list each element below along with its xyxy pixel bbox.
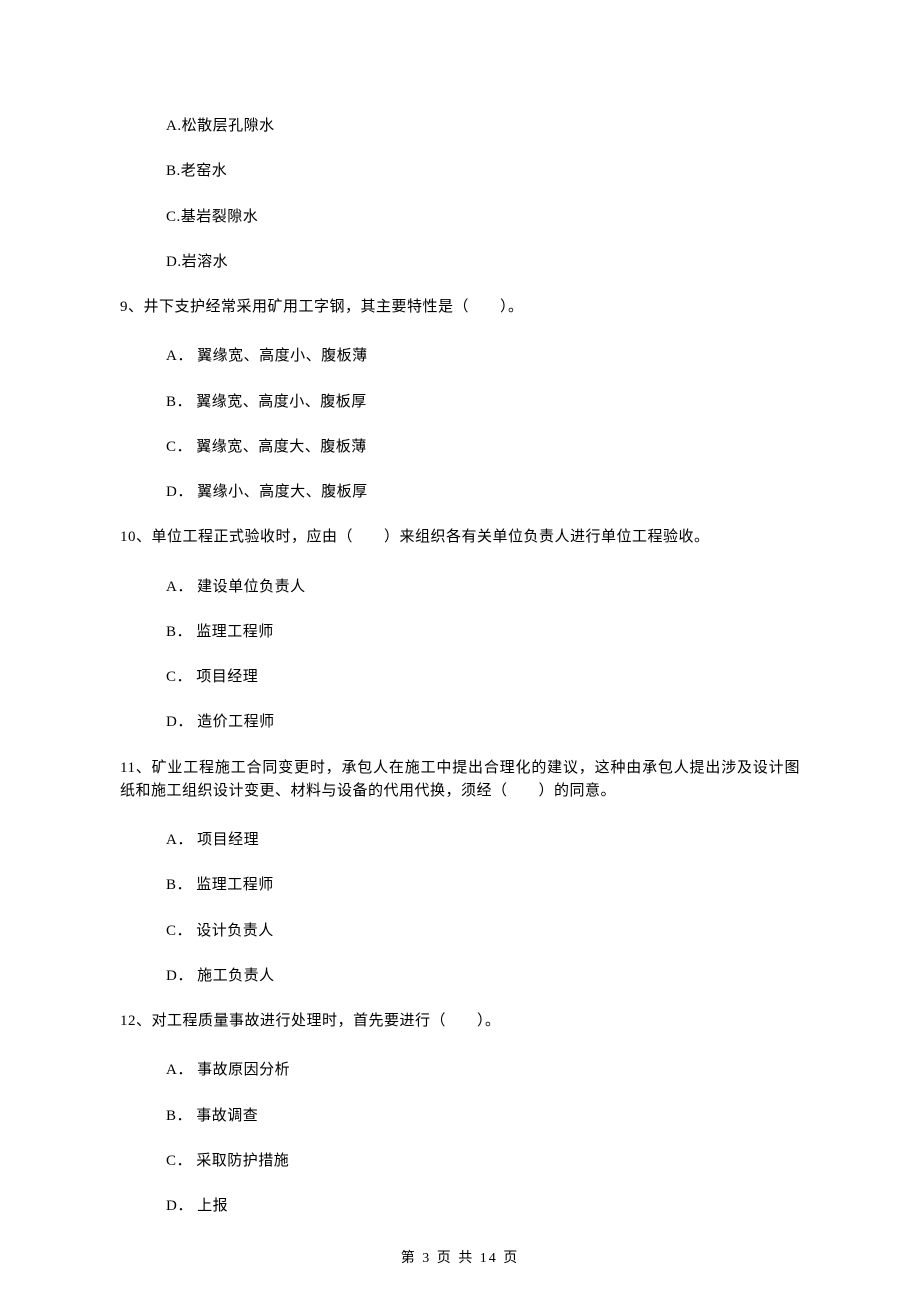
q10-option-b: B． 监理工程师 [166,621,800,644]
q10-option-a: A． 建设单位负责人 [166,576,800,599]
q9-option-d: D． 翼缘小、高度大、腹板厚 [166,481,800,504]
q12-option-c: C． 采取防护措施 [166,1150,800,1173]
q12-stem: 12、对工程质量事故进行处理时，首先要进行（ ）。 [120,1010,800,1033]
q11-option-a: A． 项目经理 [166,829,800,852]
q8-option-b: B.老窑水 [166,160,800,183]
q12-option-b: B． 事故调查 [166,1105,800,1128]
q11-option-d: D． 施工负责人 [166,965,800,988]
q11-stem: 11、矿业工程施工合同变更时，承包人在施工中提出合理化的建议，这种由承包人提出涉… [120,757,800,804]
q9-stem: 9、井下支护经常采用矿用工字钢，其主要特性是（ ）。 [120,296,800,319]
q9-option-b: B． 翼缘宽、高度小、腹板厚 [166,391,800,414]
q8-option-d: D.岩溶水 [166,251,800,274]
q10-stem: 10、单位工程正式验收时，应由（ ）来组织各有关单位负责人进行单位工程验收。 [120,526,800,549]
q8-option-c: C.基岩裂隙水 [166,206,800,229]
q12-option-a: A． 事故原因分析 [166,1059,800,1082]
q8-option-a: A.松散层孔隙水 [166,115,800,138]
q10-option-c: C． 项目经理 [166,666,800,689]
q11-option-c: C． 设计负责人 [166,920,800,943]
page-footer: 第 3 页 共 14 页 [0,1248,920,1270]
q12-option-d: D． 上报 [166,1195,800,1218]
q10-option-d: D． 造价工程师 [166,711,800,734]
q9-option-a: A． 翼缘宽、高度小、腹板薄 [166,345,800,368]
q9-option-c: C． 翼缘宽、高度大、腹板薄 [166,436,800,459]
q11-option-b: B． 监理工程师 [166,874,800,897]
page: A.松散层孔隙水 B.老窑水 C.基岩裂隙水 D.岩溶水 9、井下支护经常采用矿… [0,0,920,1302]
